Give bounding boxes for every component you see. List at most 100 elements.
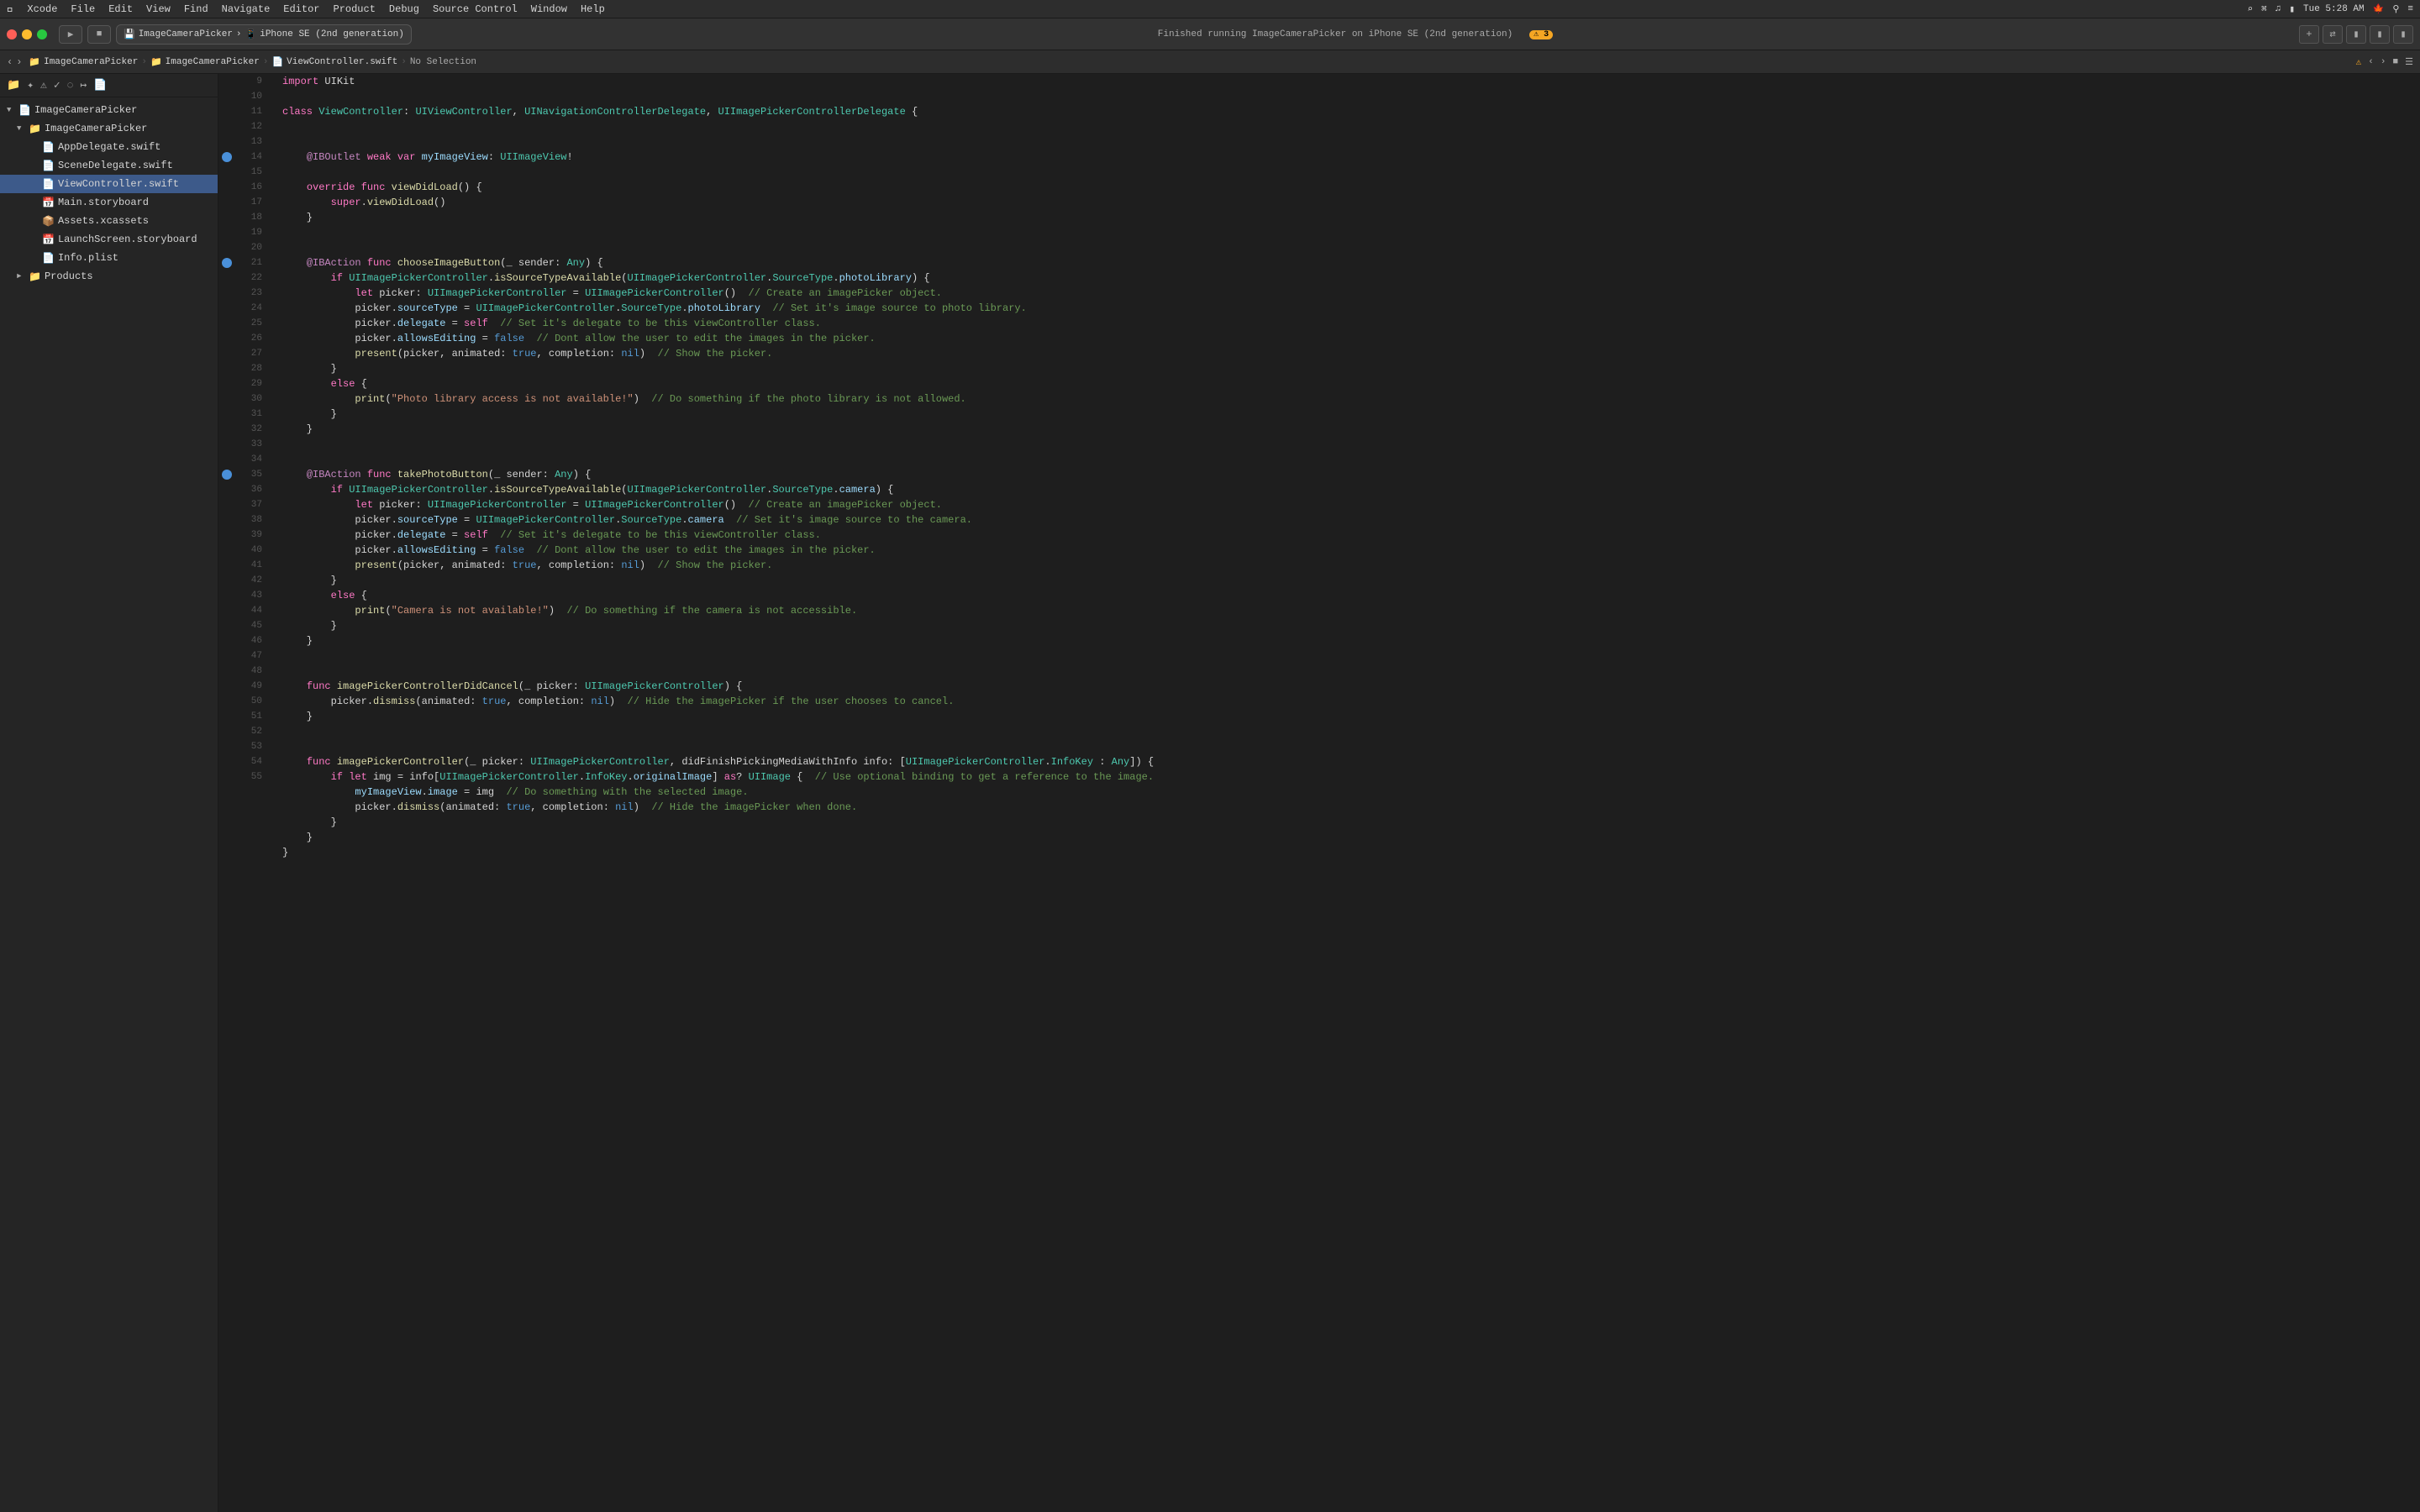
add-button[interactable]: + xyxy=(2299,25,2319,44)
breadcrumb-file[interactable]: ViewController.swift xyxy=(287,57,397,67)
menu-product[interactable]: Product xyxy=(334,3,376,15)
gutter-27 xyxy=(218,346,235,361)
toolbar-right-buttons: + ⇄ ▮ ▮ ▮ xyxy=(2299,25,2413,44)
sidebar-item-products[interactable]: ► 📁 Products xyxy=(0,267,218,286)
gutter-32 xyxy=(218,422,235,437)
code-lines[interactable]: import UIKit class ViewController: UIVie… xyxy=(276,74,2420,1512)
sidebar-icon-source[interactable]: ✦ xyxy=(27,79,34,92)
gutter-52 xyxy=(218,724,235,739)
breakpoint-14[interactable] xyxy=(222,152,232,162)
menu-editor[interactable]: Editor xyxy=(283,3,319,15)
sidebar-icon-test[interactable]: ✓ xyxy=(54,79,60,92)
sidebar-item-launchscreen[interactable]: 📅 LaunchScreen.storyboard xyxy=(0,230,218,249)
navigator-button[interactable]: ▮ xyxy=(2346,25,2366,44)
gutter-21 xyxy=(218,255,235,270)
code-line-51: } xyxy=(276,709,2420,724)
gutter-18 xyxy=(218,210,235,225)
gutter-11 xyxy=(218,104,235,119)
code-line-10 xyxy=(276,89,2420,104)
breadcrumb-sep-1: › xyxy=(141,57,147,67)
sidebar-icon-debug[interactable]: ◌ xyxy=(67,79,74,92)
breadcrumb-selection[interactable]: No Selection xyxy=(410,57,476,67)
sidebar-item-assets[interactable]: 📦 Assets.xcassets xyxy=(0,212,218,230)
scheme-selector[interactable]: 💾 ImageCameraPicker › 📱 iPhone SE (2nd g… xyxy=(116,24,412,45)
sidebar-icon-report[interactable]: 📄 xyxy=(93,79,107,92)
gutter-22 xyxy=(218,270,235,286)
stop-button[interactable]: ■ xyxy=(87,25,111,44)
breakpoint-35[interactable] xyxy=(222,470,232,480)
gutter-16 xyxy=(218,180,235,195)
code-line-17: super.viewDidLoad() xyxy=(276,195,2420,210)
ln-49: 49 xyxy=(235,679,269,694)
ln-16: 16 xyxy=(235,180,269,195)
code-line-9: import UIKit xyxy=(276,74,2420,89)
breadcrumb-nav-next[interactable]: › xyxy=(2381,57,2386,67)
breakpoint-21[interactable] xyxy=(222,258,232,268)
menu-file[interactable]: File xyxy=(71,3,95,15)
ln-25: 25 xyxy=(235,316,269,331)
forward-arrow-icon[interactable]: › xyxy=(16,56,22,68)
code-line-46: } xyxy=(276,633,2420,648)
ln-37: 37 xyxy=(235,497,269,512)
breadcrumb-nav-prev[interactable]: ‹ xyxy=(2368,57,2374,67)
gutter-54 xyxy=(218,754,235,769)
menu-debug[interactable]: Debug xyxy=(389,3,419,15)
storyboard-icon: 📅 xyxy=(42,197,55,209)
sidebar-icon-folder[interactable]: 📁 xyxy=(7,79,20,92)
layout-icon[interactable]: ■ xyxy=(2393,57,2399,67)
menu-navigate[interactable]: Navigate xyxy=(222,3,271,15)
control-strip-icon[interactable]: ≡ xyxy=(2407,4,2413,14)
run-button[interactable]: ▶ xyxy=(59,25,82,44)
code-line-20 xyxy=(276,240,2420,255)
gutter-35 xyxy=(218,467,235,482)
gutter-55 xyxy=(218,769,235,785)
sidebar-item-mainstoryboard[interactable]: 📅 Main.storyboard xyxy=(0,193,218,212)
code-line-54: func imagePickerController(_ picker: UII… xyxy=(276,754,2420,769)
code-line-23: let picker: UIImagePickerController = UI… xyxy=(276,286,2420,301)
close-button[interactable] xyxy=(7,29,17,39)
gutter-37 xyxy=(218,497,235,512)
back-arrow-icon[interactable]: ‹ xyxy=(7,56,13,68)
ln-22: 22 xyxy=(235,270,269,286)
search-icon[interactable]: ⚲ xyxy=(2392,3,2399,15)
breadcrumb-project[interactable]: ImageCameraPicker xyxy=(44,57,138,67)
gutter-59 xyxy=(218,830,235,845)
menu-window[interactable]: Window xyxy=(531,3,567,15)
menu-view[interactable]: View xyxy=(146,3,171,15)
sidebar-item-infoplist[interactable]: 📄 Info.plist xyxy=(0,249,218,267)
screen-layout-button[interactable]: ⇄ xyxy=(2323,25,2343,44)
menu-edit[interactable]: Edit xyxy=(108,3,133,15)
ln-50: 50 xyxy=(235,694,269,709)
sidebar-item-viewcontroller[interactable]: 📄 ViewController.swift xyxy=(0,175,218,193)
code-editor[interactable]: 9 10 11 12 13 14 15 16 17 18 19 20 21 22… xyxy=(218,74,2420,1512)
gutter-39 xyxy=(218,528,235,543)
menu-find[interactable]: Find xyxy=(184,3,208,15)
apple-menu[interactable]:  xyxy=(7,3,13,16)
maximize-button[interactable] xyxy=(37,29,47,39)
minimize-button[interactable] xyxy=(22,29,32,39)
code-line-38: picker.sourceType = UIImagePickerControl… xyxy=(276,512,2420,528)
menu-source-control[interactable]: Source Control xyxy=(433,3,518,15)
inspector-button[interactable]: ▮ xyxy=(2370,25,2390,44)
debug-button[interactable]: ▮ xyxy=(2393,25,2413,44)
sidebar-item-appdelegate[interactable]: 📄 AppDelegate.swift xyxy=(0,138,218,156)
clock: Tue 5:28 AM xyxy=(2303,4,2365,14)
code-line-32: } xyxy=(276,422,2420,437)
flag-icon: 🍁 xyxy=(2373,3,2385,15)
inspector-toggle[interactable]: ☰ xyxy=(2405,56,2413,68)
sidebar-item-root[interactable]: ▼ 📄 ImageCameraPicker xyxy=(0,101,218,119)
breadcrumb-sep-2: › xyxy=(263,57,269,67)
menu-help[interactable]: Help xyxy=(581,3,605,15)
gutter-25 xyxy=(218,316,235,331)
warning-badge[interactable]: ⚠ 3 xyxy=(1529,30,1553,39)
sidebar-icon-breakpoint[interactable]: ↦ xyxy=(80,79,87,92)
code-line-22: if UIImagePickerController.isSourceTypeA… xyxy=(276,270,2420,286)
sidebar-item-group-main[interactable]: ▼ 📁 ImageCameraPicker xyxy=(0,119,218,138)
breadcrumb-group[interactable]: ImageCameraPicker xyxy=(166,57,260,67)
menu-xcode[interactable]: Xcode xyxy=(27,3,57,15)
chevron-right-icon: › xyxy=(236,29,242,39)
sidebar-icon-warning[interactable]: ⚠ xyxy=(40,79,47,92)
sidebar-item-scenedelegate[interactable]: 📄 SceneDelegate.swift xyxy=(0,156,218,175)
code-line-36: if UIImagePickerController.isSourceTypeA… xyxy=(276,482,2420,497)
gutter xyxy=(218,74,235,1512)
